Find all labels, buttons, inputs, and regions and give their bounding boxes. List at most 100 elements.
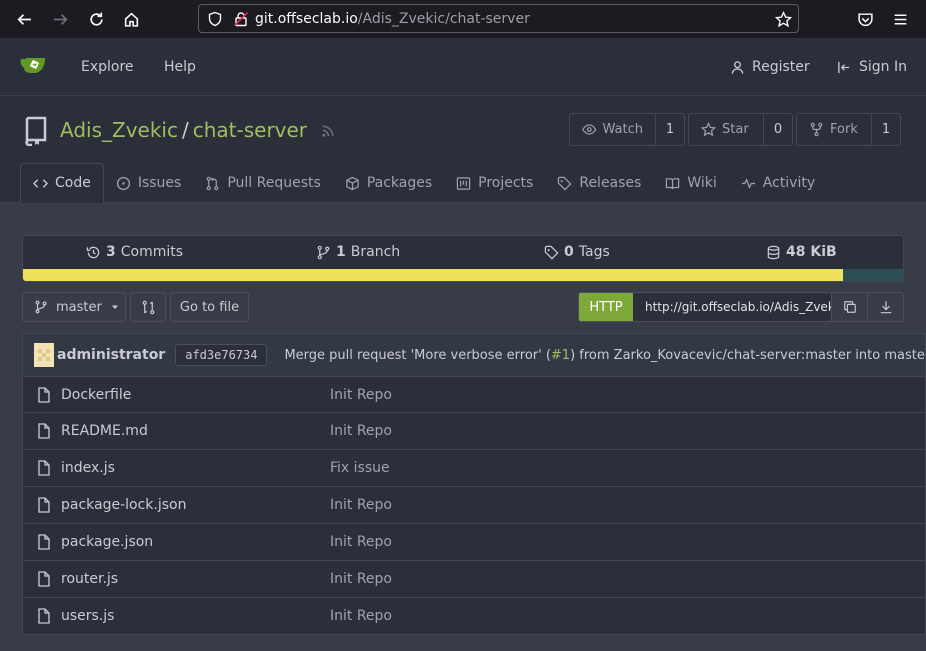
watch-count[interactable]: 1 bbox=[656, 114, 684, 145]
file-icon bbox=[38, 423, 50, 439]
fork-button-group: Fork 1 bbox=[796, 113, 901, 146]
tab-packages-label: Packages bbox=[366, 175, 433, 191]
eye-icon bbox=[582, 124, 597, 135]
file-name-link[interactable]: README.md bbox=[61, 423, 148, 439]
branch-dropdown[interactable]: master bbox=[22, 292, 126, 322]
commit-message[interactable]: Merge pull request 'More verbose error' … bbox=[284, 348, 925, 363]
file-name-link[interactable]: users.js bbox=[61, 608, 114, 624]
commit-sha[interactable]: afd3e76734 bbox=[175, 344, 268, 366]
shield-icon bbox=[208, 11, 222, 26]
file-commit-message[interactable]: Init Repo bbox=[330, 571, 392, 587]
fork-count[interactable]: 1 bbox=[872, 114, 900, 145]
compare-icon bbox=[142, 300, 154, 314]
file-commit-message[interactable]: Init Repo bbox=[330, 534, 392, 550]
commit-author[interactable]: administrator bbox=[57, 347, 165, 363]
watch-button[interactable]: Watch bbox=[570, 114, 656, 145]
tab-wiki[interactable]: Wiki bbox=[653, 163, 728, 203]
menu-button[interactable] bbox=[883, 2, 917, 36]
branch-label: Branch bbox=[350, 244, 401, 260]
file-commit-message[interactable]: Init Repo bbox=[330, 497, 392, 513]
rss-icon[interactable] bbox=[321, 123, 336, 138]
package-icon bbox=[346, 176, 359, 190]
file-name-link[interactable]: router.js bbox=[61, 571, 118, 587]
commit-pr-link[interactable]: #1 bbox=[551, 348, 570, 363]
copy-url-button[interactable] bbox=[831, 293, 867, 321]
tab-issues-label: Issues bbox=[137, 175, 182, 191]
tags-stat[interactable]: 0 Tags bbox=[544, 244, 610, 260]
star-count[interactable]: 0 bbox=[764, 114, 792, 145]
tab-projects-label: Projects bbox=[478, 175, 534, 191]
back-button[interactable] bbox=[7, 2, 41, 36]
repo-name-link[interactable]: chat-server bbox=[193, 118, 307, 142]
branch-stat[interactable]: 1 Branch bbox=[316, 244, 400, 260]
tab-projects[interactable]: Projects bbox=[444, 163, 545, 203]
address-bar[interactable]: git.offseclab.io/Adis_Zvekic/chat-server bbox=[198, 4, 799, 33]
tab-packages[interactable]: Packages bbox=[333, 163, 444, 203]
tab-issues[interactable]: Issues bbox=[104, 163, 194, 203]
tab-activity[interactable]: Activity bbox=[729, 163, 827, 203]
insecure-lock-icon[interactable] bbox=[233, 11, 249, 27]
latest-commit-row: administrator afd3e76734 Merge pull requ… bbox=[22, 333, 926, 376]
file-commit-message[interactable]: Init Repo bbox=[330, 423, 392, 439]
commits-stat[interactable]: 3 Commits bbox=[86, 244, 183, 260]
tag-icon bbox=[544, 245, 559, 259]
gitea-logo[interactable] bbox=[19, 53, 49, 77]
file-name-link[interactable]: package-lock.json bbox=[61, 497, 187, 513]
pocket-button[interactable] bbox=[848, 2, 882, 36]
reload-icon bbox=[89, 12, 103, 26]
help-link[interactable]: Help bbox=[164, 38, 196, 96]
file-name-link[interactable]: index.js bbox=[61, 460, 115, 476]
table-row: package-lock.json Init Repo bbox=[22, 487, 926, 524]
watch-label: Watch bbox=[602, 122, 643, 137]
file-commit-message[interactable]: Fix issue bbox=[330, 460, 390, 476]
tab-pull-requests[interactable]: Pull Requests bbox=[193, 163, 332, 203]
clone-url-field[interactable]: http://git.offseclab.io/Adis_Zveki bbox=[633, 293, 831, 321]
tab-code[interactable]: Code bbox=[20, 163, 104, 203]
repo-owner-link[interactable]: Adis_Zvekic bbox=[60, 118, 178, 142]
pocket-icon bbox=[857, 12, 873, 26]
bookmark-star-icon[interactable] bbox=[775, 11, 792, 28]
avatar[interactable] bbox=[34, 343, 54, 367]
forward-button[interactable] bbox=[43, 2, 77, 36]
home-icon bbox=[124, 12, 138, 27]
file-commit-message[interactable]: Init Repo bbox=[330, 608, 392, 624]
project-icon bbox=[456, 176, 471, 190]
reload-button[interactable] bbox=[79, 2, 113, 36]
language-bar-primary[interactable] bbox=[23, 269, 844, 281]
compare-button[interactable] bbox=[130, 292, 166, 322]
identicon-icon bbox=[38, 349, 50, 361]
branch-count: 1 bbox=[336, 244, 346, 260]
language-bar[interactable] bbox=[23, 269, 903, 281]
sign-in-link[interactable]: Sign In bbox=[837, 38, 907, 96]
star-button[interactable]: Star bbox=[689, 114, 764, 145]
url-text[interactable]: git.offseclab.io/Adis_Zvekic/chat-server bbox=[255, 11, 530, 27]
explore-link[interactable]: Explore bbox=[81, 38, 134, 96]
file-name-link[interactable]: package.json bbox=[61, 534, 153, 550]
code-icon bbox=[33, 178, 48, 188]
http-clone-button[interactable]: HTTP bbox=[579, 293, 633, 321]
book-icon bbox=[666, 177, 680, 189]
history-icon bbox=[86, 246, 100, 258]
commits-count: 3 bbox=[106, 244, 116, 260]
clone-panel: HTTP http://git.offseclab.io/Adis_Zveki bbox=[578, 292, 904, 322]
file-icon bbox=[38, 608, 50, 624]
file-icon bbox=[38, 460, 50, 476]
tags-count: 0 bbox=[564, 244, 574, 260]
arrow-left-icon bbox=[16, 13, 31, 25]
register-link[interactable]: Register bbox=[730, 38, 810, 96]
repo-size: 48 KiB bbox=[786, 244, 837, 260]
file-name-link[interactable]: Dockerfile bbox=[61, 387, 131, 403]
download-button[interactable] bbox=[867, 293, 903, 321]
star-icon bbox=[701, 122, 716, 137]
file-commit-message[interactable]: Init Repo bbox=[330, 387, 392, 403]
site-header: Explore Help Register Sign In bbox=[0, 38, 926, 96]
fork-button[interactable]: Fork bbox=[797, 114, 872, 145]
go-to-file-button[interactable]: Go to file bbox=[170, 292, 249, 322]
pulse-icon bbox=[741, 177, 755, 189]
file-list: Dockerfile Init Repo README.md Init Repo… bbox=[22, 376, 926, 635]
tab-releases[interactable]: Releases bbox=[545, 163, 653, 203]
sign-in-label: Sign In bbox=[859, 59, 907, 75]
tag-icon bbox=[558, 176, 572, 190]
home-button[interactable] bbox=[114, 2, 148, 36]
repo-title: Adis_Zvekic / chat-server bbox=[60, 118, 336, 142]
